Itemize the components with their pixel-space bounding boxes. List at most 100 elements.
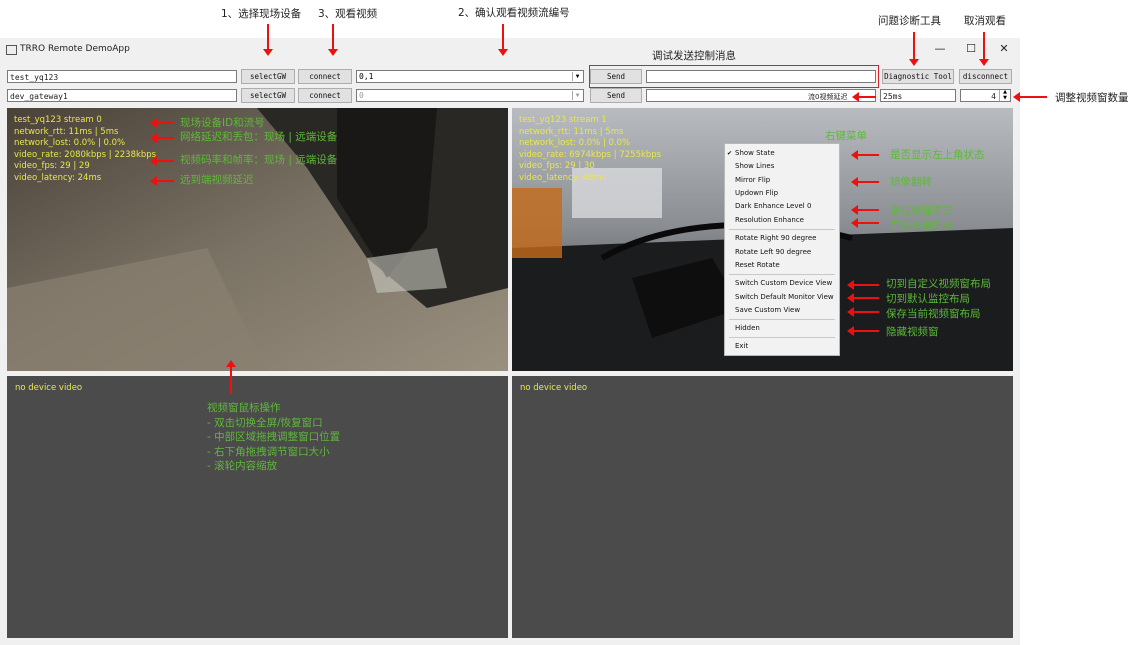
annotation-custom-view: 切到自定义视频窗布局 xyxy=(886,278,991,290)
annotation-hidden: 隐藏视频窗 xyxy=(886,326,939,338)
menu-item-updown-flip[interactable]: Updown Flip xyxy=(735,189,778,197)
arrow-icon xyxy=(150,118,174,128)
annotation-confirm-stream: 2、确认观看视频流编号 xyxy=(458,7,570,19)
app-icon xyxy=(6,45,17,55)
menu-item-rotate-left[interactable]: Rotate Left 90 degree xyxy=(735,248,811,256)
annotation-select-device: 1、选择现场设备 xyxy=(221,8,302,20)
menu-item-switch-default-view[interactable]: Switch Default Monitor View xyxy=(735,293,834,301)
arrow-icon xyxy=(1013,92,1047,102)
maximize-button[interactable]: ☐ xyxy=(964,42,978,55)
arrow-icon xyxy=(909,32,919,66)
annotation-right-menu: 右键菜单 xyxy=(825,130,867,142)
window-count-value: 4 xyxy=(991,92,996,101)
menu-separator xyxy=(729,229,835,230)
menu-separator xyxy=(729,274,835,275)
menu-item-hidden[interactable]: Hidden xyxy=(735,324,760,332)
menu-item-dark-enhance[interactable]: Dark Enhance Level 0 xyxy=(735,202,811,210)
annotation-rate-fps: 视频码率和帧率：现场 | 远端设备 xyxy=(180,154,338,166)
annotation-watch-video: 3、观看视频 xyxy=(318,8,378,20)
arrow-icon xyxy=(979,32,989,66)
menu-item-save-custom-view[interactable]: Save Custom View xyxy=(735,306,800,314)
arrow-icon xyxy=(498,24,508,56)
status-line: video_fps: 29 | 29 xyxy=(14,161,90,171)
window-title: TRRO Remote DemoApp xyxy=(20,44,130,54)
menu-item-reset-rotate[interactable]: Reset Rotate xyxy=(735,261,780,269)
no-device-video-label: no device video xyxy=(15,383,83,393)
menu-item-show-lines[interactable]: Show Lines xyxy=(735,162,774,170)
menu-item-show-state[interactable]: Show State xyxy=(735,149,775,157)
annotation-mouse-ops: 视频窗鼠标操作 - 双击切换全屏/恢复窗口 - 中部区域拖拽调整窗口位置 - 右… xyxy=(207,401,340,474)
menu-item-exit[interactable]: Exit xyxy=(735,342,748,350)
mouse-ops-title: 视频窗鼠标操作 xyxy=(207,402,281,414)
status-line: test_yq123 stream 0 xyxy=(14,115,102,125)
no-device-video-label: no device video xyxy=(520,383,588,393)
connect-button-2[interactable]: connect xyxy=(298,88,352,103)
status-line: video_latency: 48ms xyxy=(519,172,607,183)
connect-button[interactable]: connect xyxy=(298,69,352,84)
arrow-icon xyxy=(852,92,876,102)
menu-separator xyxy=(729,319,835,320)
annotation-diagnostic: 问题诊断工具 xyxy=(878,15,941,27)
menu-separator xyxy=(729,337,835,338)
stream-select-2[interactable]: 0 ▼ xyxy=(356,89,584,102)
arrow-icon xyxy=(851,205,879,215)
menu-item-rotate-right[interactable]: Rotate Right 90 degree xyxy=(735,234,816,242)
annotation-dark-enhance: 夜视增强调节 xyxy=(890,205,953,217)
annotation-show-state: 是否显示左上角状态 xyxy=(890,149,985,161)
arrow-icon xyxy=(847,326,879,336)
arrow-icon xyxy=(847,293,879,303)
mouse-ops-line: - 右下角拖拽调节窗口大小 xyxy=(207,445,330,458)
status-line: video_rate: 2080kbps | 2238kbps xyxy=(14,149,157,160)
status-line: network_rtt: 11ms | 5ms xyxy=(14,126,119,137)
chevron-down-icon: ▼ xyxy=(572,91,582,100)
arrow-icon xyxy=(328,24,338,56)
latency-note: 流0视频延迟 xyxy=(808,93,848,101)
video-1-status: test_yq123 stream 1 network_rtt: 11ms | … xyxy=(519,115,661,184)
menu-item-resolution-enhance[interactable]: Resolution Enhance xyxy=(735,216,804,224)
disconnect-button[interactable]: disconnect xyxy=(959,69,1012,84)
spin-arrows-icon[interactable]: ▲ ▼ xyxy=(999,89,1010,101)
arrow-icon xyxy=(851,177,879,187)
check-icon: ✔ xyxy=(727,150,733,157)
arrow-icon xyxy=(150,133,174,143)
mouse-ops-line: - 中部区域拖拽调整窗口位置 xyxy=(207,431,341,443)
chevron-down-icon: ▼ xyxy=(572,72,582,81)
annotation-window-count: 调整视频窗数量 xyxy=(1055,92,1129,104)
minimize-button[interactable]: — xyxy=(933,42,947,55)
select-gw-button[interactable]: selectGW xyxy=(241,69,295,84)
arrow-icon xyxy=(851,150,879,160)
arrow-icon xyxy=(150,176,174,186)
status-line: video_fps: 29 | 30 xyxy=(519,161,595,171)
close-button[interactable]: ✕ xyxy=(997,42,1011,55)
menu-item-mirror-flip[interactable]: Mirror Flip xyxy=(735,176,770,184)
annotation-device-id: 现场设备ID和流号 xyxy=(180,117,265,129)
annotation-debug-send: 调试发送控制消息 xyxy=(652,50,736,62)
annotation-network: 网络延迟和丢包：现场 | 远端设备 xyxy=(180,131,338,143)
status-line: video_latency: 24ms xyxy=(14,172,102,183)
latency-display: 25ms xyxy=(880,89,956,102)
stream-select[interactable]: 0,1 ▼ xyxy=(356,70,584,83)
device-id-input[interactable]: test_yq123 xyxy=(7,70,237,83)
annotation-disconnect: 取消观看 xyxy=(964,15,1006,27)
annotation-resolution: 是否开启超分 xyxy=(890,220,953,232)
status-line: network_rtt: 11ms | 5ms xyxy=(519,126,624,137)
send-button-2[interactable]: Send xyxy=(590,88,642,103)
diagnostic-tool-button[interactable]: Diagnostic Tool xyxy=(882,69,954,84)
menu-item-switch-custom-view[interactable]: Switch Custom Device View xyxy=(735,279,832,287)
video-0-status: test_yq123 stream 0 network_rtt: 11ms | … xyxy=(14,115,156,184)
annotation-default-view: 切到默认监控布局 xyxy=(886,293,970,305)
arrow-icon xyxy=(847,307,879,317)
gateway-id-input[interactable]: dev_gateway1 xyxy=(7,89,237,102)
annotation-mirror: 镜像翻转 xyxy=(890,176,932,188)
arrow-icon xyxy=(150,156,174,166)
annotation-latency: 远到端视频延迟 xyxy=(180,174,254,186)
arrow-icon xyxy=(226,360,236,394)
stream-select-2-value: 0 xyxy=(359,91,364,100)
stream-select-value: 0,1 xyxy=(359,72,374,81)
video-panel-0[interactable]: test_yq123 stream 0 network_rtt: 11ms | … xyxy=(7,108,508,371)
send-highlight-box xyxy=(589,65,879,88)
status-line: video_rate: 6974kbps | 7255kbps xyxy=(519,149,662,160)
video-panel-3[interactable]: no device video xyxy=(512,376,1013,638)
select-gw-button-2[interactable]: selectGW xyxy=(241,88,295,103)
mouse-ops-line: - 滚轮内容缩放 xyxy=(207,460,278,472)
